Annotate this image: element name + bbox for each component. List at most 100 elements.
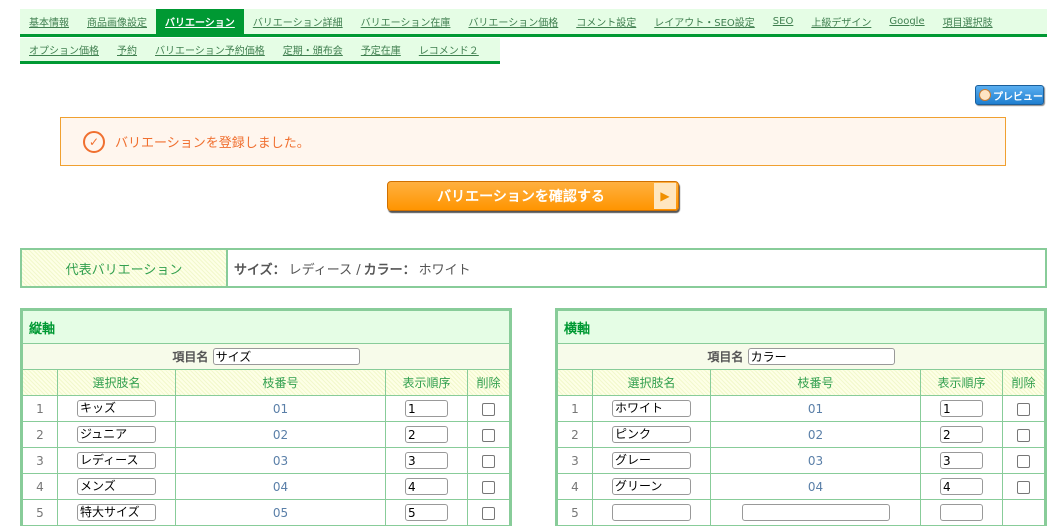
tab-tabs-row1-4[interactable]: バリエーション在庫 [352,9,460,34]
choice-name-value: レディース [80,453,139,467]
choice-name-input[interactable]: グレー [612,452,691,469]
tab-tabs-row1-1[interactable]: 商品画像設定 [78,9,156,34]
item-name-input[interactable] [212,348,360,365]
delete-checkbox[interactable] [482,454,495,468]
choice-name-input[interactable]: キッズ [77,400,156,417]
tab-tabs-row1-10[interactable]: Google [880,9,933,34]
magnifier-icon [979,89,991,101]
tab-tabs-row1-3[interactable]: バリエーション詳細 [244,9,352,34]
table-row: 4 グリーン 04 [557,473,1045,500]
choice-name-value: ピンク [615,427,652,441]
table-row: 1 キッズ 01 [22,395,510,422]
table-row: 4 メンズ 04 [22,473,510,500]
item-name-input[interactable] [747,348,895,365]
order-input[interactable] [940,452,983,469]
representative-label: 代表バリエーション [22,250,228,286]
notice-text: バリエーションを登録しました。 [115,136,310,151]
item-name-label: 項目名 [172,350,209,364]
row-number: 1 [22,395,58,422]
choice-name-input[interactable] [612,504,691,521]
choice-name-input[interactable]: ホワイト [612,400,691,417]
axis-title: 横軸 [557,310,1045,344]
order-input[interactable] [940,426,983,443]
tab-bar-primary: 基本情報 商品画像設定 バリエーション バリエーション詳細 バリエーション在庫 バリエーシ… [20,9,1047,37]
code-input[interactable] [741,504,890,521]
tab-tabs-row1-7[interactable]: レイアウト・SEO設定 [645,9,764,34]
tab-tabs-row1-0[interactable]: 基本情報 [20,9,78,34]
rep-key-2: カラー： [363,262,416,278]
choice-name-input[interactable]: レディース [77,452,156,469]
tab-tabs-row1-6[interactable]: コメント設定 [567,9,645,34]
order-input[interactable] [940,504,983,521]
arrow-right-icon: ▶ [654,183,676,209]
table-row: 2 ピンク 02 [557,421,1045,448]
row-number: 4 [557,473,593,500]
order-input[interactable] [940,400,983,417]
order-input[interactable] [405,400,448,417]
delete-checkbox[interactable] [482,506,495,520]
order-input[interactable] [405,426,448,443]
row-number: 2 [557,421,593,448]
tab-tabs-row1-9[interactable]: 上級デザイン [802,9,880,34]
tab-tabs-row1-8[interactable]: SEO [764,9,803,34]
success-notice: ✓ バリエーションを登録しました。 [60,117,1006,166]
header-choice: 選択肢名 [592,369,711,396]
header-delete: 削除 [1002,369,1045,396]
delete-checkbox[interactable] [482,402,495,416]
tab-tabs-row2-0[interactable]: オプション価格 [20,38,108,61]
order-input[interactable] [940,478,983,495]
tab-tabs-row2-4[interactable]: 予定在庫 [352,38,410,61]
header-code: 枝番号 [175,369,386,396]
vertical-axis-panel: 縦軸項目名 選択肢名枝番号表示順序削除 1 キッズ 01 2 ジュニア 02 3 レディース 03… [20,308,512,526]
table-row: 1 ホワイト 01 [557,395,1045,422]
tab-tabs-row2-1[interactable]: 予約 [108,38,146,61]
choice-name-value: ジュニア [80,427,128,441]
order-input[interactable] [405,504,448,521]
row-number: 4 [22,473,58,500]
preview-label: プレビュー [993,91,1043,103]
confirm-variation-button[interactable]: バリエーションを確認する ▶ [387,181,679,211]
preview-button[interactable]: プレビュー [975,85,1044,105]
choice-name-value: 特大サイズ [80,505,140,519]
header-code: 枝番号 [710,369,921,396]
delete-checkbox[interactable] [1017,402,1030,416]
choice-name-value: キッズ [80,401,117,415]
horizontal-axis-panel: 横軸項目名 選択肢名枝番号表示順序削除 1 ホワイト 01 2 ピンク 02 3 グレー 03 4 グ… [555,308,1047,526]
code-value: 04 [175,473,386,500]
header-no [22,369,58,396]
tab-tabs-row1-5[interactable]: バリエーション価格 [459,9,567,34]
header-delete: 削除 [467,369,510,396]
confirm-label: バリエーションを確認する [437,189,605,205]
delete-checkbox[interactable] [1017,454,1030,468]
order-input[interactable] [405,478,448,495]
representative-variation: 代表バリエーション サイズ： レディース / カラー： ホワイト [20,248,1047,288]
order-input[interactable] [405,452,448,469]
tab-tabs-row1-2[interactable]: バリエーション [156,9,244,34]
tab-tabs-row2-5[interactable]: レコメンド２ [410,38,488,61]
row-number: 2 [22,421,58,448]
choice-name-input[interactable]: ジュニア [77,426,156,443]
tab-tabs-row2-3[interactable]: 定期・頒布会 [274,38,352,61]
code-value: 03 [175,447,386,474]
tab-bar-secondary: オプション価格 予約 バリエーション予約価格 定期・頒布会 予定在庫 レコメンド２ [20,38,500,64]
choice-name-input[interactable]: グリーン [612,478,691,495]
choice-name-input[interactable]: メンズ [77,478,156,495]
choice-name-input[interactable]: ピンク [612,426,691,443]
header-choice: 選択肢名 [57,369,176,396]
tab-tabs-row2-2[interactable]: バリエーション予約価格 [146,38,274,61]
table-row: 3 レディース 03 [22,447,510,474]
header-no [557,369,593,396]
delete-checkbox[interactable] [482,428,495,442]
delete-checkbox[interactable] [482,480,495,494]
row-number: 1 [557,395,593,422]
row-number: 3 [22,447,58,474]
code-value: 02 [175,421,386,448]
header-order: 表示順序 [920,369,1003,396]
tab-tabs-row1-11[interactable]: 項目選択肢 [934,9,1002,34]
choice-name-value: グリーン [615,479,663,493]
choice-name-input[interactable]: 特大サイズ [77,504,156,521]
check-circle-icon: ✓ [83,130,105,153]
rep-value-2: ホワイト [418,262,471,278]
delete-checkbox[interactable] [1017,428,1030,442]
delete-checkbox[interactable] [1017,480,1030,494]
